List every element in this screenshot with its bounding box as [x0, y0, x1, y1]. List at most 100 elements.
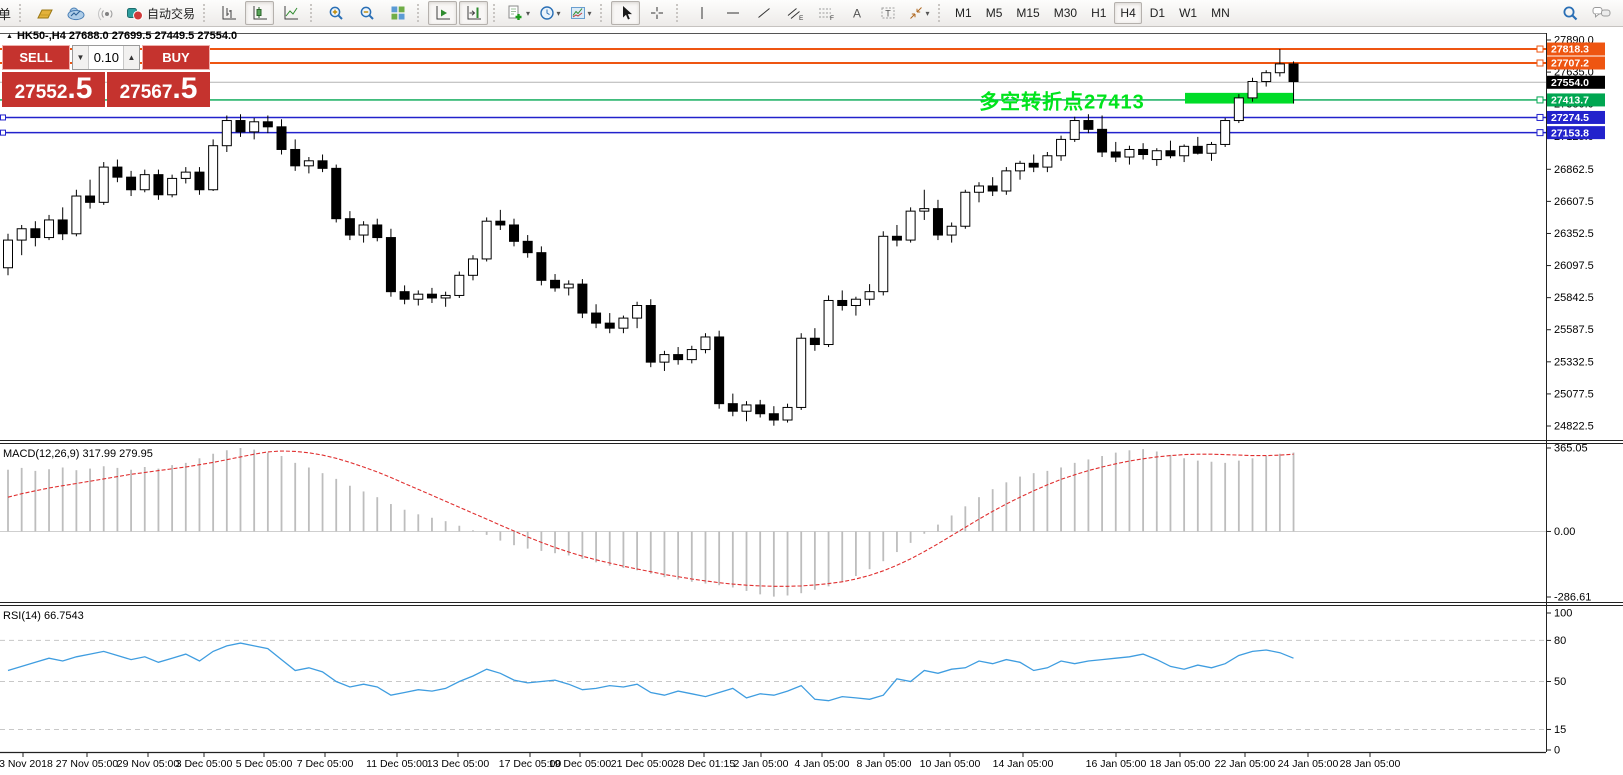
search-button[interactable] [1556, 1, 1585, 25]
line-handle[interactable] [1537, 60, 1543, 66]
tf-mn-button[interactable]: MN [1205, 2, 1236, 24]
tf-m15-button[interactable]: M15 [1010, 2, 1045, 24]
cursor-icon [618, 5, 634, 21]
candle-body [373, 225, 382, 238]
trendline-button[interactable] [749, 1, 778, 25]
time-axis[interactable]: 23 Nov 201827 Nov 05:0029 Nov 05:003 Dec… [0, 753, 1401, 771]
tf-m5-button[interactable]: M5 [980, 2, 1009, 24]
toolbar-separator [938, 4, 944, 22]
templates-button[interactable]: ▾ [566, 1, 595, 25]
sell-price-display[interactable]: 27552 .5 [2, 72, 105, 107]
tf-h4-button[interactable]: H4 [1114, 2, 1141, 24]
line-handle[interactable] [1537, 130, 1543, 136]
vertical-line-button[interactable] [687, 1, 716, 25]
candle-body [304, 161, 313, 166]
horizontal-line-button[interactable] [718, 1, 747, 25]
zoom-out-button[interactable] [352, 1, 381, 25]
periods-button[interactable]: ▾ [535, 1, 564, 25]
time-tick-label: 3 Dec 05:00 [176, 758, 233, 770]
line-handle[interactable] [1537, 114, 1543, 120]
buy-button[interactable]: BUY [142, 45, 210, 70]
candle-body [1166, 151, 1175, 156]
candle-body [523, 241, 532, 252]
auto-scroll-button[interactable] [428, 1, 457, 25]
line-handle[interactable] [1537, 97, 1543, 103]
collapse-panel-icon[interactable]: ▲ [6, 33, 13, 40]
candle-body [660, 355, 669, 363]
rsi-pane[interactable]: 1008050150RSI(14) 66.7543 [0, 608, 1572, 757]
candle-body [427, 294, 436, 298]
tf-w1-button[interactable]: W1 [1173, 2, 1203, 24]
fibonacci-button[interactable]: F [811, 1, 840, 25]
sell-button[interactable]: SELL [2, 45, 70, 70]
candle-body [1070, 121, 1079, 140]
main-price-pane[interactable] [0, 46, 1546, 426]
buy-price-display[interactable]: 27567 .5 [107, 72, 210, 107]
rsi-line [8, 643, 1294, 701]
charts-cloud-button[interactable] [61, 1, 90, 25]
price-tick-label: 25842.5 [1554, 292, 1594, 304]
chart-canvas[interactable]: 27890.027635.027380.027125.026862.526607… [0, 27, 1623, 775]
tf-d1-button[interactable]: D1 [1144, 2, 1171, 24]
candlestick-chart-button[interactable] [245, 1, 274, 25]
candle-body [86, 196, 95, 202]
toolbar-separator [600, 4, 606, 22]
volume-decrease-icon[interactable]: ▼ [73, 46, 89, 69]
price-tag-label: 27274.5 [1551, 112, 1589, 124]
dropdown-caret-icon[interactable]: ▾ [557, 9, 561, 18]
tf-m1-button[interactable]: M1 [949, 2, 978, 24]
candle-body [468, 259, 477, 275]
chart-window[interactable]: 27890.027635.027380.027125.026862.526607… [0, 27, 1623, 775]
candle-body [277, 127, 286, 150]
arrows-button[interactable]: ▾ [904, 1, 933, 25]
line-handle[interactable] [1537, 46, 1543, 52]
crosshair-button[interactable] [642, 1, 671, 25]
candle-body [1275, 64, 1284, 73]
dropdown-caret-icon[interactable]: ▾ [588, 9, 592, 18]
tf-m30-button[interactable]: M30 [1048, 2, 1083, 24]
equidistant-channel-button[interactable]: E [780, 1, 809, 25]
candle-body [961, 192, 970, 226]
fibonacci-icon: F [817, 5, 835, 21]
price-axis[interactable]: 27890.027635.027380.027125.026862.526607… [1546, 35, 1605, 433]
text-label-button[interactable]: T [873, 1, 902, 25]
dropdown-caret-icon[interactable]: ▾ [926, 9, 930, 18]
candle-body [332, 168, 341, 218]
chart-shift-button[interactable] [459, 1, 488, 25]
candle-body [236, 121, 245, 132]
macd-pane[interactable]: 365.050.00-286.61MACD(12,26,9) 317.99 27… [0, 443, 1591, 604]
toolbar-separator [676, 4, 682, 22]
line-chart-button[interactable] [276, 1, 305, 25]
macd-tick-label: 365.05 [1554, 443, 1588, 455]
tile-windows-icon [390, 5, 406, 21]
dropdown-caret-icon[interactable]: ▾ [526, 9, 530, 18]
new-order-button[interactable] [30, 1, 59, 25]
tile-windows-button[interactable] [383, 1, 412, 25]
tf-h1-button[interactable]: H1 [1085, 2, 1112, 24]
indicators-button[interactable]: ▾ [504, 1, 533, 25]
cursor-button[interactable] [611, 1, 640, 25]
toolbar-group-drawing: EFAT ▾ [686, 0, 934, 26]
text-button[interactable]: A [842, 1, 871, 25]
volume-increase-icon[interactable]: ▲ [123, 46, 139, 69]
candle-body [1029, 163, 1038, 167]
zoom-in-button[interactable] [321, 1, 350, 25]
bar-chart-button[interactable] [214, 1, 243, 25]
candle-body [564, 284, 573, 288]
candle-body [851, 299, 860, 305]
candle-body [728, 404, 737, 412]
autotrading-button-label: 自动交易 [147, 5, 195, 22]
autotrading-button[interactable]: 自动交易 [123, 1, 198, 25]
toolbar-separator [417, 4, 423, 22]
candle-body [1262, 73, 1271, 82]
chat-button[interactable] [1587, 1, 1616, 25]
line-handle[interactable] [1, 130, 6, 135]
candle-body [578, 284, 587, 313]
line-handle[interactable] [1, 115, 6, 120]
pivot-annotation-text: 多空转折点27413 [979, 86, 1145, 115]
orders-label[interactable]: 单 [0, 4, 11, 23]
signals-button[interactable] [92, 1, 121, 25]
volume-input[interactable]: 0.10 [89, 46, 123, 69]
candle-body [263, 122, 272, 127]
candle-body [865, 292, 874, 300]
